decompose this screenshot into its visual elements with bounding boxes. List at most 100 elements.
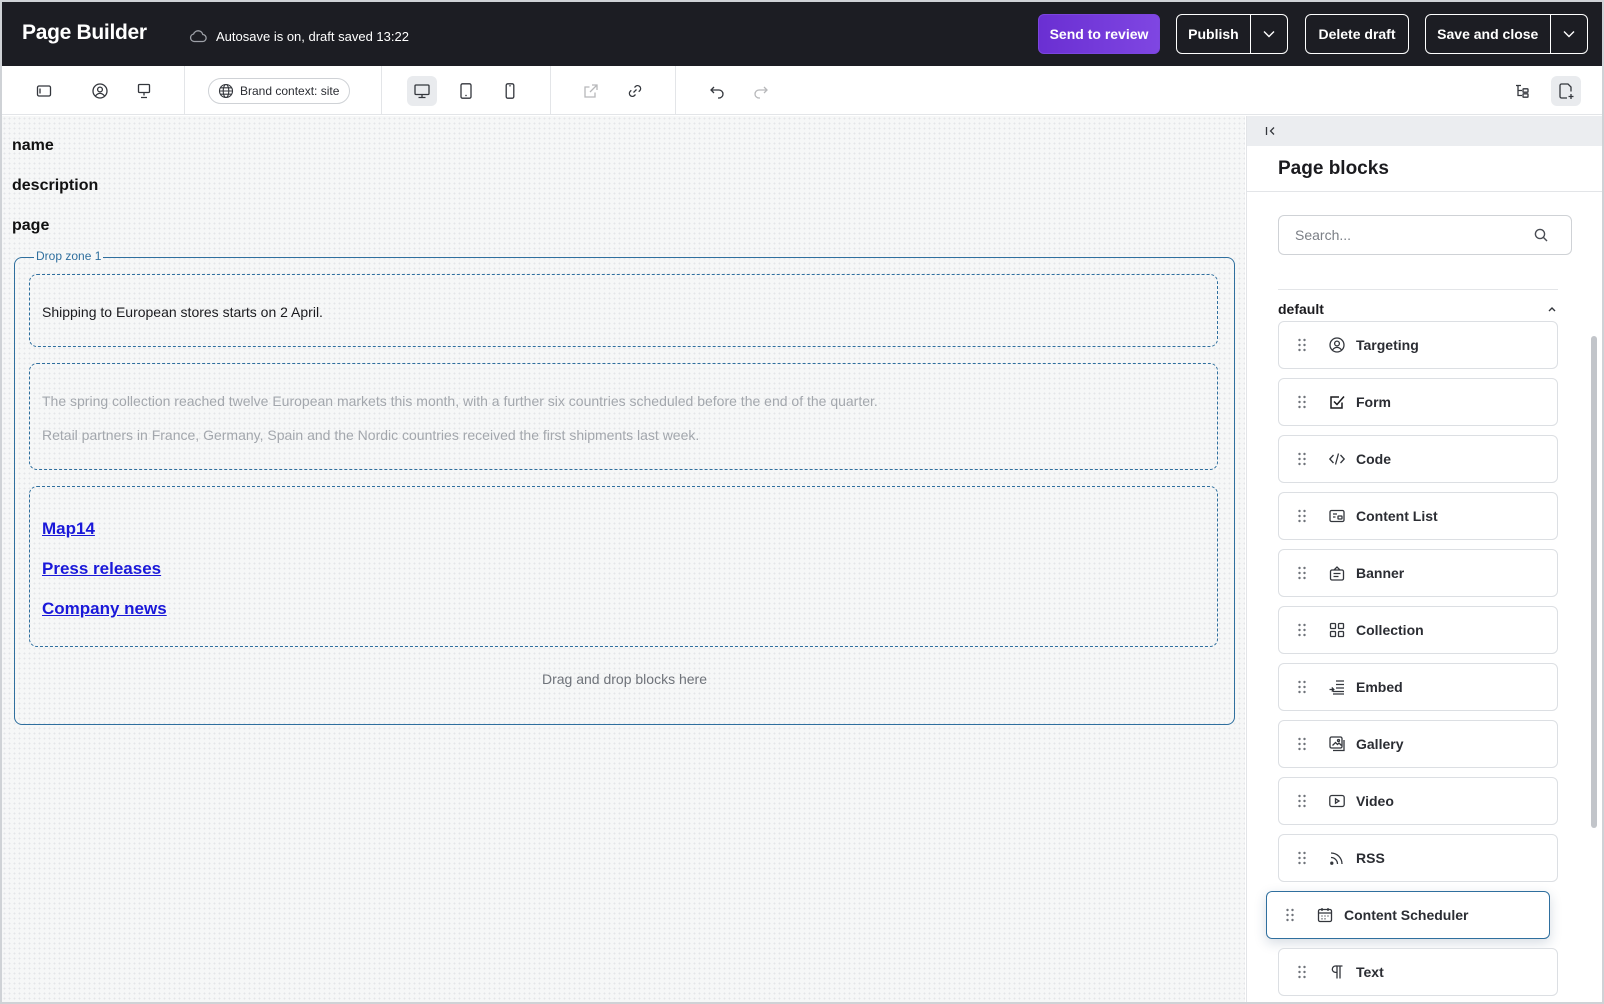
chevron-down-icon bbox=[1263, 31, 1275, 38]
block-item-content-list[interactable]: Content List bbox=[1278, 492, 1558, 540]
banner-icon bbox=[1329, 566, 1345, 581]
drop-zone[interactable]: Drop zone 1 Shipping to European stores … bbox=[14, 249, 1235, 725]
drag-handle-icon[interactable] bbox=[1297, 850, 1307, 866]
user-circle-icon bbox=[92, 83, 108, 99]
autosave-status: Autosave is on, draft saved 13:22 bbox=[189, 27, 409, 45]
block-item-content-scheduler[interactable]: Content Scheduler bbox=[1266, 891, 1550, 939]
field-label-page: page bbox=[12, 217, 50, 234]
device-settings-button[interactable] bbox=[129, 76, 159, 106]
drag-handle-icon[interactable] bbox=[1297, 394, 1307, 410]
toolbar-divider bbox=[381, 66, 382, 115]
drag-handle-icon[interactable] bbox=[1285, 907, 1295, 923]
drag-handle-icon[interactable] bbox=[1297, 793, 1307, 809]
block-item-gallery[interactable]: Gallery bbox=[1278, 720, 1558, 768]
video-icon bbox=[1329, 794, 1345, 808]
block-item-collection[interactable]: Collection bbox=[1278, 606, 1558, 654]
structure-tree-button[interactable] bbox=[1507, 76, 1537, 106]
block-item-rss[interactable]: RSS bbox=[1278, 834, 1558, 882]
open-external-button[interactable] bbox=[576, 76, 606, 106]
drag-handle-icon[interactable] bbox=[1297, 679, 1307, 695]
undo-icon bbox=[710, 86, 724, 99]
drag-handle-icon[interactable] bbox=[1297, 508, 1307, 524]
desktop-view-button[interactable] bbox=[407, 76, 437, 106]
collapse-panel-icon[interactable] bbox=[1264, 124, 1278, 138]
block-item-label: Targeting bbox=[1356, 337, 1419, 353]
block-item-video[interactable]: Video bbox=[1278, 777, 1558, 825]
globe-icon bbox=[218, 83, 234, 99]
editor-canvas: name description page Drop zone 1 Shippi… bbox=[2, 116, 1245, 1002]
block-item-banner[interactable]: Banner bbox=[1278, 549, 1558, 597]
sidebar-icon bbox=[36, 85, 52, 97]
block-item-label: Content List bbox=[1356, 508, 1438, 524]
calendar-icon bbox=[1317, 908, 1333, 923]
user-preview-button[interactable] bbox=[85, 76, 115, 106]
save-and-close-button[interactable]: Save and close bbox=[1426, 15, 1550, 53]
rss-icon bbox=[1330, 852, 1343, 865]
gallery-icon bbox=[1329, 736, 1345, 752]
panel-title: Page blocks bbox=[1278, 158, 1389, 179]
field-label-description: description bbox=[12, 177, 99, 194]
block-item-label: Embed bbox=[1356, 679, 1403, 695]
drop-zone-label: Drop zone 1 bbox=[34, 249, 104, 263]
link-company-news[interactable]: Company news bbox=[42, 599, 167, 619]
autosave-text: Autosave is on, draft saved 13:22 bbox=[216, 28, 409, 44]
panel-header-strip bbox=[1247, 116, 1602, 146]
cloud-icon bbox=[189, 30, 207, 43]
undo-button[interactable] bbox=[702, 76, 732, 106]
toolbar-divider bbox=[550, 66, 551, 115]
block-item-form[interactable]: Form bbox=[1278, 378, 1558, 426]
links-block[interactable]: Map14 Press releases Company news bbox=[29, 486, 1218, 647]
drag-handle-icon[interactable] bbox=[1297, 964, 1307, 980]
redo-button[interactable] bbox=[746, 76, 776, 106]
block-item-targeting[interactable]: Targeting bbox=[1278, 321, 1558, 369]
document-add-icon bbox=[1559, 83, 1574, 99]
block-text: The spring collection reached twelve Eur… bbox=[42, 393, 878, 409]
scrollbar-thumb[interactable] bbox=[1591, 336, 1597, 828]
link-map14[interactable]: Map14 bbox=[42, 519, 95, 539]
page-builder-window: Page Builder Autosave is on, draft saved… bbox=[0, 0, 1604, 1004]
group-divider bbox=[1278, 289, 1558, 290]
block-item-embed[interactable]: Embed bbox=[1278, 663, 1558, 711]
publish-button[interactable]: Publish bbox=[1177, 15, 1250, 53]
mobile-view-button[interactable] bbox=[495, 76, 525, 106]
group-title[interactable]: default bbox=[1278, 301, 1324, 317]
chevron-up-icon[interactable] bbox=[1547, 305, 1557, 313]
block-item-label: Gallery bbox=[1356, 736, 1404, 752]
panel-divider bbox=[1247, 191, 1602, 192]
text-block[interactable]: The spring collection reached twelve Eur… bbox=[29, 363, 1218, 470]
brand-context-selector[interactable]: Brand context: site bbox=[208, 78, 351, 104]
block-item-text[interactable]: Text bbox=[1278, 948, 1558, 996]
block-item-label: Banner bbox=[1356, 565, 1405, 581]
drag-handle-icon[interactable] bbox=[1297, 565, 1307, 581]
tablet-icon bbox=[460, 83, 472, 99]
toolbar-divider bbox=[675, 66, 676, 115]
block-item-code[interactable]: Code bbox=[1278, 435, 1558, 483]
text-block[interactable]: Shipping to European stores starts on 2 … bbox=[29, 274, 1218, 347]
link-icon bbox=[628, 84, 642, 98]
monitor-cursor-icon bbox=[137, 83, 151, 99]
chevron-down-icon bbox=[1563, 31, 1575, 38]
copy-link-button[interactable] bbox=[620, 76, 650, 106]
block-item-label: Code bbox=[1356, 451, 1391, 467]
add-block-panel-button[interactable] bbox=[1551, 76, 1581, 106]
tablet-view-button[interactable] bbox=[451, 76, 481, 106]
link-press-releases[interactable]: Press releases bbox=[42, 559, 161, 579]
block-item-label: Collection bbox=[1356, 622, 1424, 638]
drag-handle-icon[interactable] bbox=[1297, 451, 1307, 467]
send-to-review-button[interactable]: Send to review bbox=[1038, 14, 1160, 54]
drag-handle-icon[interactable] bbox=[1297, 337, 1307, 353]
block-item-label: Text bbox=[1356, 964, 1384, 980]
drag-handle-icon[interactable] bbox=[1297, 736, 1307, 752]
sidebar-toggle-button[interactable] bbox=[29, 76, 59, 106]
toolbar-divider bbox=[184, 66, 185, 115]
code-icon bbox=[1328, 453, 1346, 465]
publish-options-button[interactable] bbox=[1249, 15, 1287, 53]
delete-draft-button[interactable]: Delete draft bbox=[1305, 14, 1409, 54]
block-text: Retail partners in France, Germany, Spai… bbox=[42, 427, 700, 443]
block-item-label: Content Scheduler bbox=[1344, 907, 1469, 923]
external-link-icon bbox=[584, 84, 598, 98]
save-options-button[interactable] bbox=[1549, 15, 1587, 53]
block-search-input[interactable] bbox=[1278, 215, 1572, 255]
save-close-split-button: Save and close bbox=[1425, 14, 1588, 54]
drag-handle-icon[interactable] bbox=[1297, 622, 1307, 638]
